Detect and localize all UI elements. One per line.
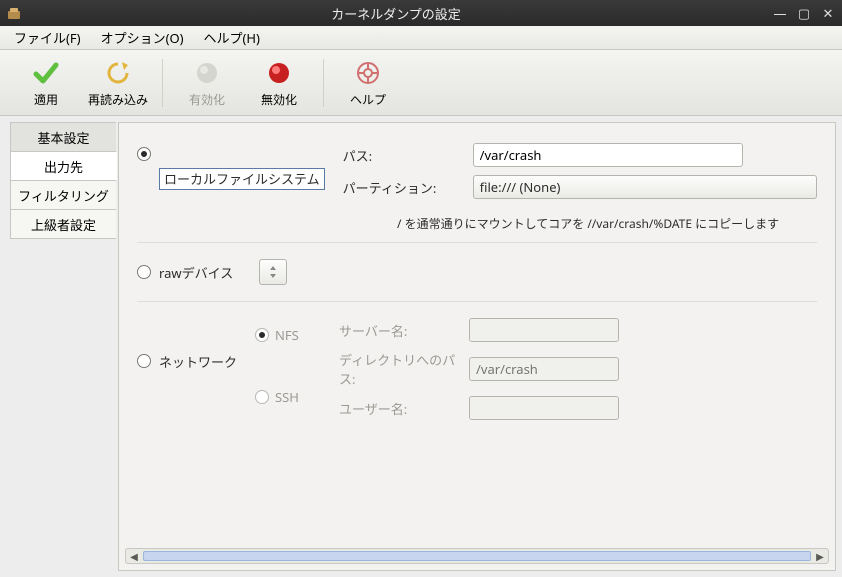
- reload-label: 再読み込み: [82, 91, 154, 108]
- enable-button: 有効化: [171, 57, 243, 108]
- apply-label: 適用: [10, 91, 82, 108]
- menu-bar: ファイル(F) オプション(O) ヘルプ(H): [0, 26, 842, 50]
- tab-basic[interactable]: 基本設定: [10, 122, 116, 152]
- separator: [137, 301, 817, 302]
- radio-network[interactable]: [137, 354, 151, 368]
- help-label: ヘルプ: [332, 91, 404, 108]
- raw-label: rawデバイス: [159, 264, 233, 282]
- toolbar-separator: [162, 59, 163, 107]
- scroll-thumb[interactable]: [143, 551, 811, 561]
- radio-raw[interactable]: [137, 265, 151, 279]
- disable-label: 無効化: [243, 91, 315, 108]
- local-label: ローカルファイルシステム: [159, 168, 325, 190]
- raw-group: rawデバイス: [137, 253, 817, 291]
- reload-icon: [104, 59, 132, 87]
- help-button[interactable]: ヘルプ: [332, 57, 404, 108]
- scroll-right-icon[interactable]: ▶: [812, 549, 828, 563]
- user-label: ユーザー名:: [339, 399, 469, 418]
- menu-options[interactable]: オプション(O): [91, 26, 194, 49]
- window-title: カーネルダンプの設定: [28, 4, 764, 23]
- local-hint: / を通常通りにマウントしてコアを //var/crash/%DATE にコピー…: [397, 215, 817, 232]
- title-bar: カーネルダンプの設定 — ▢ ✕: [0, 0, 842, 26]
- maximize-button[interactable]: ▢: [796, 5, 812, 21]
- separator: [137, 242, 817, 243]
- local-group: ローカルファイルシステム パス: パーティション: file:/// (None…: [137, 137, 817, 213]
- apply-button[interactable]: 適用: [10, 57, 82, 108]
- partition-value: file:/// (None): [480, 178, 561, 196]
- partition-label: パーティション:: [343, 178, 473, 197]
- enable-label: 有効化: [171, 91, 243, 108]
- raw-spinner[interactable]: [259, 259, 287, 285]
- network-group: ネットワーク NFS SSH サーバー名:: [137, 312, 817, 434]
- reload-button[interactable]: 再読み込み: [82, 57, 154, 108]
- path-label: パス:: [343, 146, 473, 165]
- work-area: 基本設定 出力先 フィルタリング 上級者設定 ローカルファイルシステム パス:: [0, 116, 842, 577]
- panel-content: ローカルファイルシステム パス: パーティション: file:/// (None…: [119, 123, 835, 448]
- app-icon: [6, 5, 22, 21]
- toolbar-separator: [323, 59, 324, 107]
- horizontal-scrollbar[interactable]: ◀ ▶: [125, 548, 829, 564]
- partition-combo[interactable]: file:/// (None): [473, 175, 817, 199]
- dir-label: ディレクトリへのパス:: [339, 350, 469, 388]
- radio-nfs: [255, 328, 269, 342]
- toolbar: 適用 再読み込み 有効化 無効化 ヘルプ: [0, 50, 842, 116]
- menu-file[interactable]: ファイル(F): [4, 26, 91, 49]
- path-input[interactable]: [473, 143, 743, 167]
- disable-icon: [265, 59, 293, 87]
- help-icon: [354, 59, 382, 87]
- enable-icon: [193, 59, 221, 87]
- server-input: [469, 318, 619, 342]
- user-input: [469, 396, 619, 420]
- tab-advanced[interactable]: 上級者設定: [10, 209, 116, 239]
- network-label: ネットワーク: [159, 353, 237, 371]
- close-button[interactable]: ✕: [820, 5, 836, 21]
- radio-ssh: [255, 390, 269, 404]
- nfs-label: NFS: [275, 326, 299, 344]
- minimize-button[interactable]: —: [772, 5, 788, 21]
- server-label: サーバー名:: [339, 321, 469, 340]
- tab-destination[interactable]: 出力先: [10, 151, 117, 181]
- dir-input: [469, 357, 619, 381]
- side-tabs: 基本設定 出力先 フィルタリング 上級者設定: [10, 122, 116, 238]
- main-panel: ローカルファイルシステム パス: パーティション: file:/// (None…: [118, 122, 836, 571]
- ssh-label: SSH: [275, 388, 299, 406]
- disable-button[interactable]: 無効化: [243, 57, 315, 108]
- menu-help[interactable]: ヘルプ(H): [194, 26, 270, 49]
- tab-filtering[interactable]: フィルタリング: [10, 180, 116, 210]
- check-icon: [32, 59, 60, 87]
- scroll-left-icon[interactable]: ◀: [126, 549, 142, 563]
- radio-local[interactable]: [137, 147, 151, 161]
